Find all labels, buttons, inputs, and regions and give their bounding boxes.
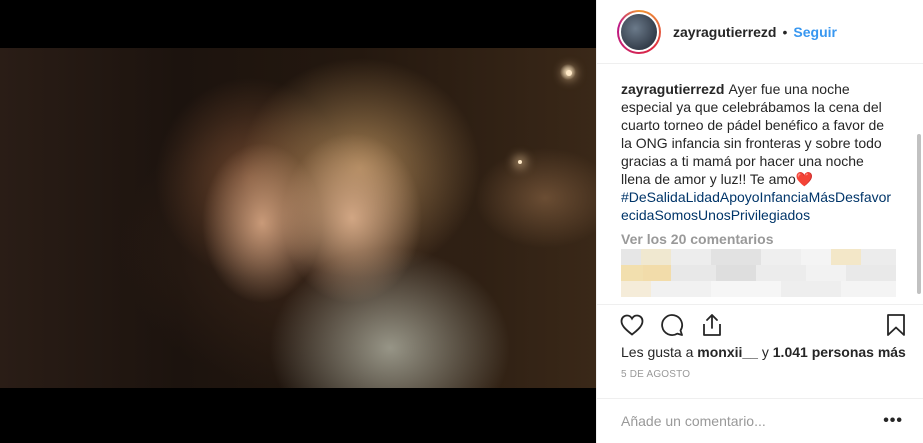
- post-media: [0, 0, 596, 443]
- post-caption: zayragutierrezd Ayer fue una noche especi…: [621, 80, 896, 224]
- likes-prefix: Les gusta a: [621, 344, 694, 360]
- more-options-icon[interactable]: •••: [883, 412, 903, 430]
- comment-icon[interactable]: [659, 312, 685, 338]
- likes-summary: Les gusta a monxii__ y 1.041 personas má…: [621, 344, 906, 360]
- heart-emoji: ❤️: [795, 171, 814, 187]
- avatar[interactable]: [617, 9, 661, 54]
- comments-scrollbar[interactable]: [917, 134, 921, 294]
- heart-icon[interactable]: [619, 312, 645, 338]
- blurred-comments: [621, 249, 896, 297]
- header-username[interactable]: zayragutierrezd: [673, 24, 776, 40]
- background-light: [518, 160, 522, 164]
- avatar-image: [619, 11, 659, 52]
- comments-section: zayragutierrezd Ayer fue una noche especi…: [597, 64, 923, 304]
- comment-input[interactable]: [621, 413, 871, 429]
- share-icon[interactable]: [699, 312, 725, 338]
- caption-username[interactable]: zayragutierrezd: [621, 81, 724, 97]
- background-light: [566, 70, 572, 76]
- separator-dot: •: [782, 23, 788, 40]
- likes-first-user[interactable]: monxii__: [697, 344, 758, 360]
- view-all-comments-link[interactable]: Ver los 20 comentarios: [621, 231, 923, 247]
- post-date[interactable]: 5 DE AGOSTO: [621, 369, 690, 380]
- follow-button[interactable]: Seguir: [793, 24, 837, 40]
- post-header: zayragutierrezd • Seguir: [597, 0, 923, 64]
- likes-connector: y: [761, 344, 769, 360]
- likes-others-link[interactable]: 1.041 personas más: [773, 344, 906, 360]
- add-comment-bar: •••: [597, 398, 923, 443]
- bookmark-icon[interactable]: [883, 312, 909, 338]
- caption-hashtag[interactable]: #DeSalidaLidadApoyoInfanciaMásDesfavorec…: [621, 188, 896, 224]
- post-photo[interactable]: [0, 48, 596, 388]
- post-side-panel: zayragutierrezd • Seguir zayragutierrezd…: [596, 0, 923, 443]
- post-actions: [597, 304, 923, 344]
